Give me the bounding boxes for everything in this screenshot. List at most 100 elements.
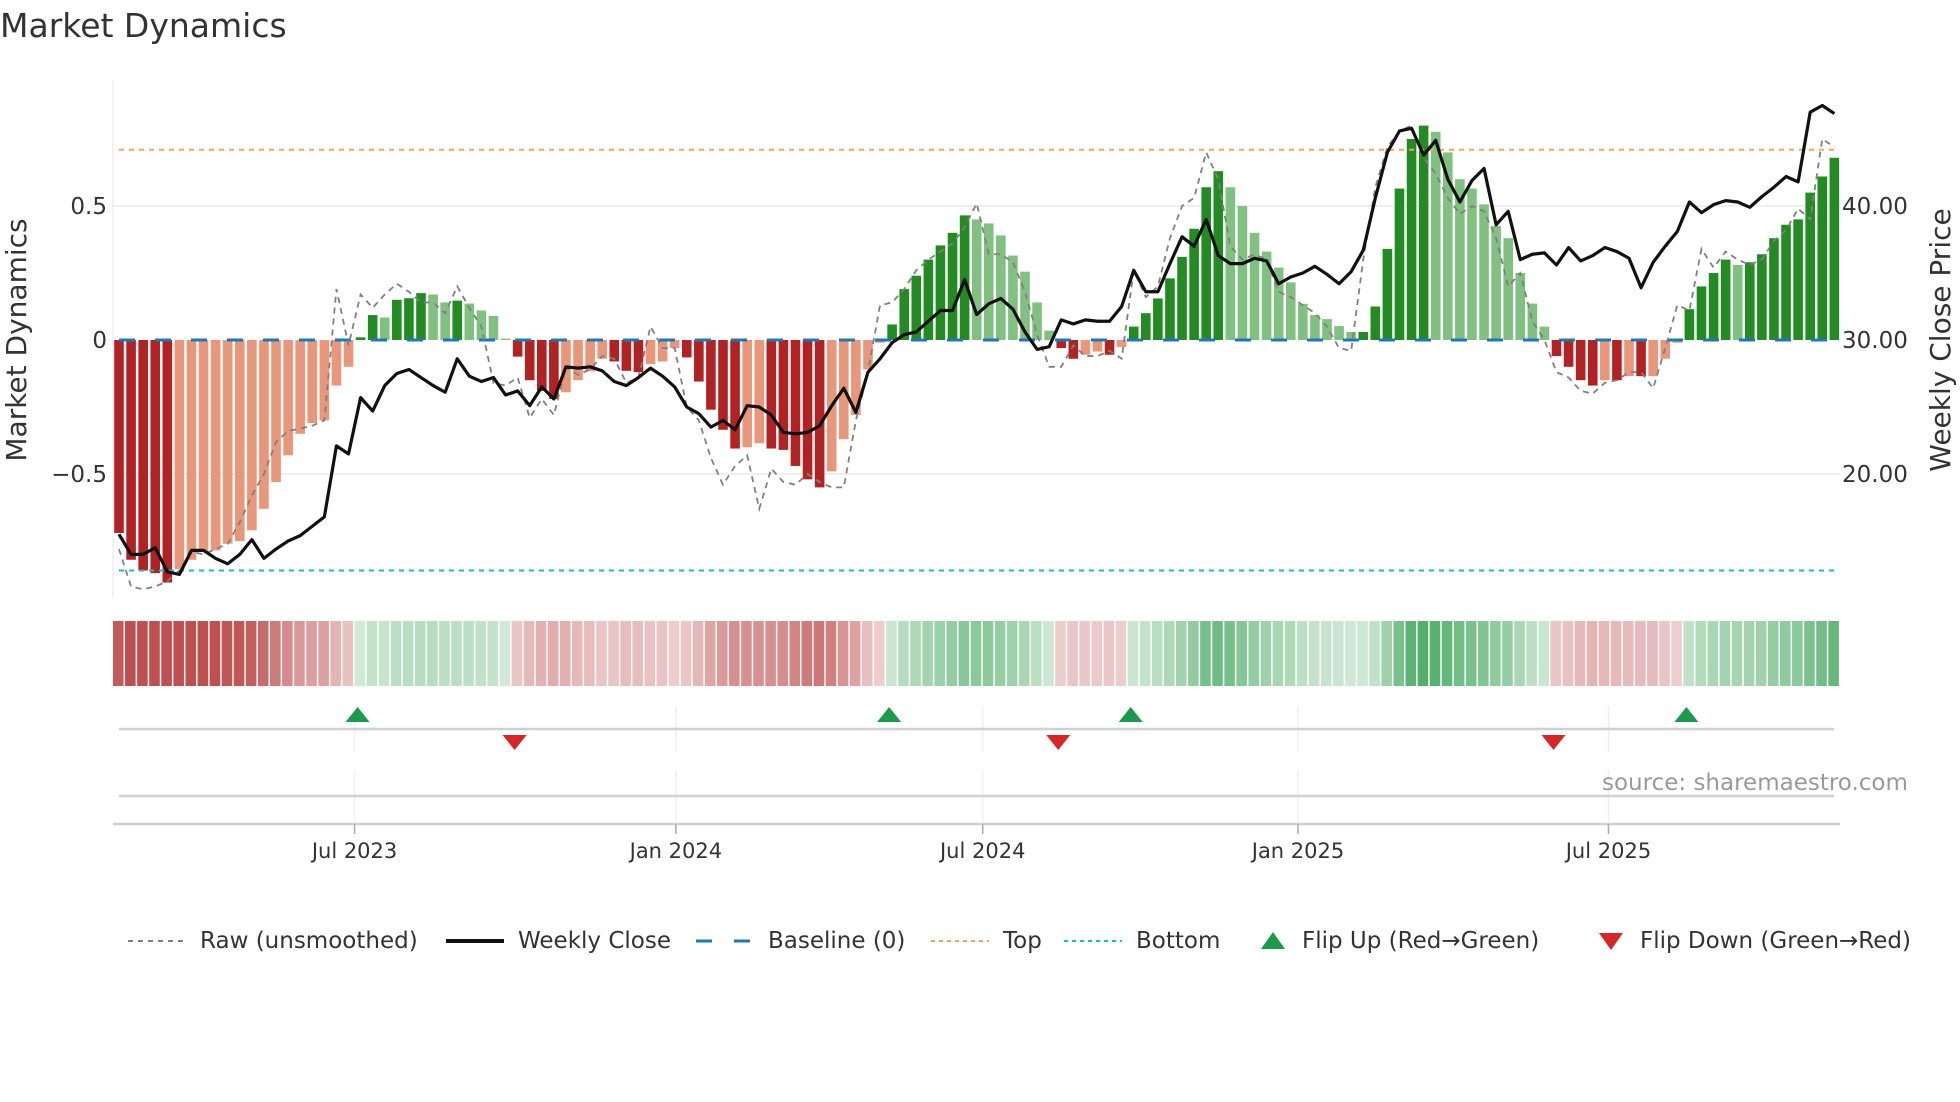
strip-cell [584,621,595,686]
strip-cell [825,621,837,686]
strip-cell [596,621,607,686]
dynamics-bar [742,340,752,448]
dynamics-bar [1382,248,1393,340]
strip-cell [1502,621,1513,686]
dynamics-bar [814,340,825,488]
strip-cell [245,621,257,686]
legend-top[interactable]: Top [931,924,1042,958]
strip-cell [1514,621,1525,686]
legend-flip-up[interactable]: Flip Up (Red→Green) [1258,924,1539,958]
dynamics-bar [706,340,716,410]
strip-cell [1200,621,1211,686]
dynamics-bar [621,340,632,371]
strip-cell [1333,621,1344,686]
dynamics-bar [1636,340,1646,377]
strip-cell [874,621,885,686]
strip-cell [1272,621,1284,686]
strip-cell [1622,621,1634,686]
flip-down-marker [502,735,527,750]
dynamics-bar [210,340,221,551]
dynamics-bar [1467,188,1477,340]
dynamics-bar [488,315,499,340]
strip-cell [1345,621,1356,686]
legend-close[interactable]: Weekly Close [446,924,671,958]
dynamics-bar [1781,224,1791,340]
dynamics-bar [1720,259,1731,340]
strip-cell [366,621,378,686]
strip-cell [318,621,329,686]
strip-cell [1550,621,1562,686]
dynamics-bar [1128,326,1139,340]
dynamics-bar [331,340,342,386]
dynamics-bar [295,340,305,434]
dynamics-bar [138,340,148,571]
strip-cell [1236,621,1247,686]
dynamics-bar [996,235,1006,340]
strip-cell [209,621,221,686]
dynamics-bar [633,340,644,373]
strip-cell [1031,621,1042,686]
legend-raw[interactable]: Raw (unsmoothed) [128,924,418,958]
strip-cell [221,621,233,686]
strip-cell [1441,621,1453,686]
strip-cell [813,621,825,686]
dynamics-bar [1285,282,1296,340]
strip-cell [330,621,341,686]
legend-baseline[interactable]: Baseline (0) [696,924,905,958]
dynamics-bar [1551,340,1562,357]
strip-cell [1816,621,1827,686]
strip-cell [257,621,269,686]
dynamics-bar [126,340,136,560]
strip-cell [946,621,958,686]
strip-cell [282,621,293,686]
strip-cell [451,621,462,686]
dynamics-bar [198,340,209,552]
y-tick-label: 0 [92,328,107,354]
dynamics-bar [802,340,813,480]
strip-cell [898,621,909,686]
flip-up-marker [1118,707,1143,722]
dynamics-bar [1769,238,1779,340]
dynamics-bar [235,340,245,541]
strip-cell [1707,621,1719,686]
legend-baseline-label: Baseline (0) [768,928,906,954]
strip-cell [1526,621,1537,686]
strip-cell [934,621,945,686]
strip-cell [1719,621,1731,686]
strip-cell [1731,621,1743,686]
strip-cell [137,621,148,686]
dynamics-bar [440,302,450,340]
strip-cell [1018,621,1030,686]
dynamics-bar [730,340,740,449]
dynamics-bar [1418,125,1429,340]
strip-cell [475,621,486,686]
legend-baseline-swatch [696,931,754,951]
dynamics-bar [259,340,269,509]
legend-bottom[interactable]: Bottom [1064,924,1220,958]
strip-cell [427,621,438,686]
strip-cell [886,621,897,686]
strip-cell [1320,621,1332,686]
strip-cell [354,621,366,686]
strip-cell [1767,621,1779,686]
strip-cell [112,621,124,686]
strip-cell [1139,621,1151,686]
dynamics-bar [887,324,897,340]
dynamics-bar [174,340,185,570]
dynamics-bar [1817,176,1828,340]
strip-cell [1212,621,1223,686]
strip-cell [306,621,317,686]
strip-cell [342,621,354,686]
dynamics-bar [1165,278,1175,340]
strip-cell [1369,621,1380,686]
strip-cell [994,621,1006,686]
dynamics-bar [1587,340,1598,386]
legend-flip-down[interactable]: Flip Down (Green→Red) [1596,924,1911,958]
strip-cell [1828,621,1839,686]
strip-cell [197,621,209,686]
dynamics-bar [1153,298,1163,340]
dynamics-bar [766,340,777,449]
dynamics-bar [367,315,378,340]
flip-down-marker [1046,735,1071,750]
strip-cell [173,621,184,686]
